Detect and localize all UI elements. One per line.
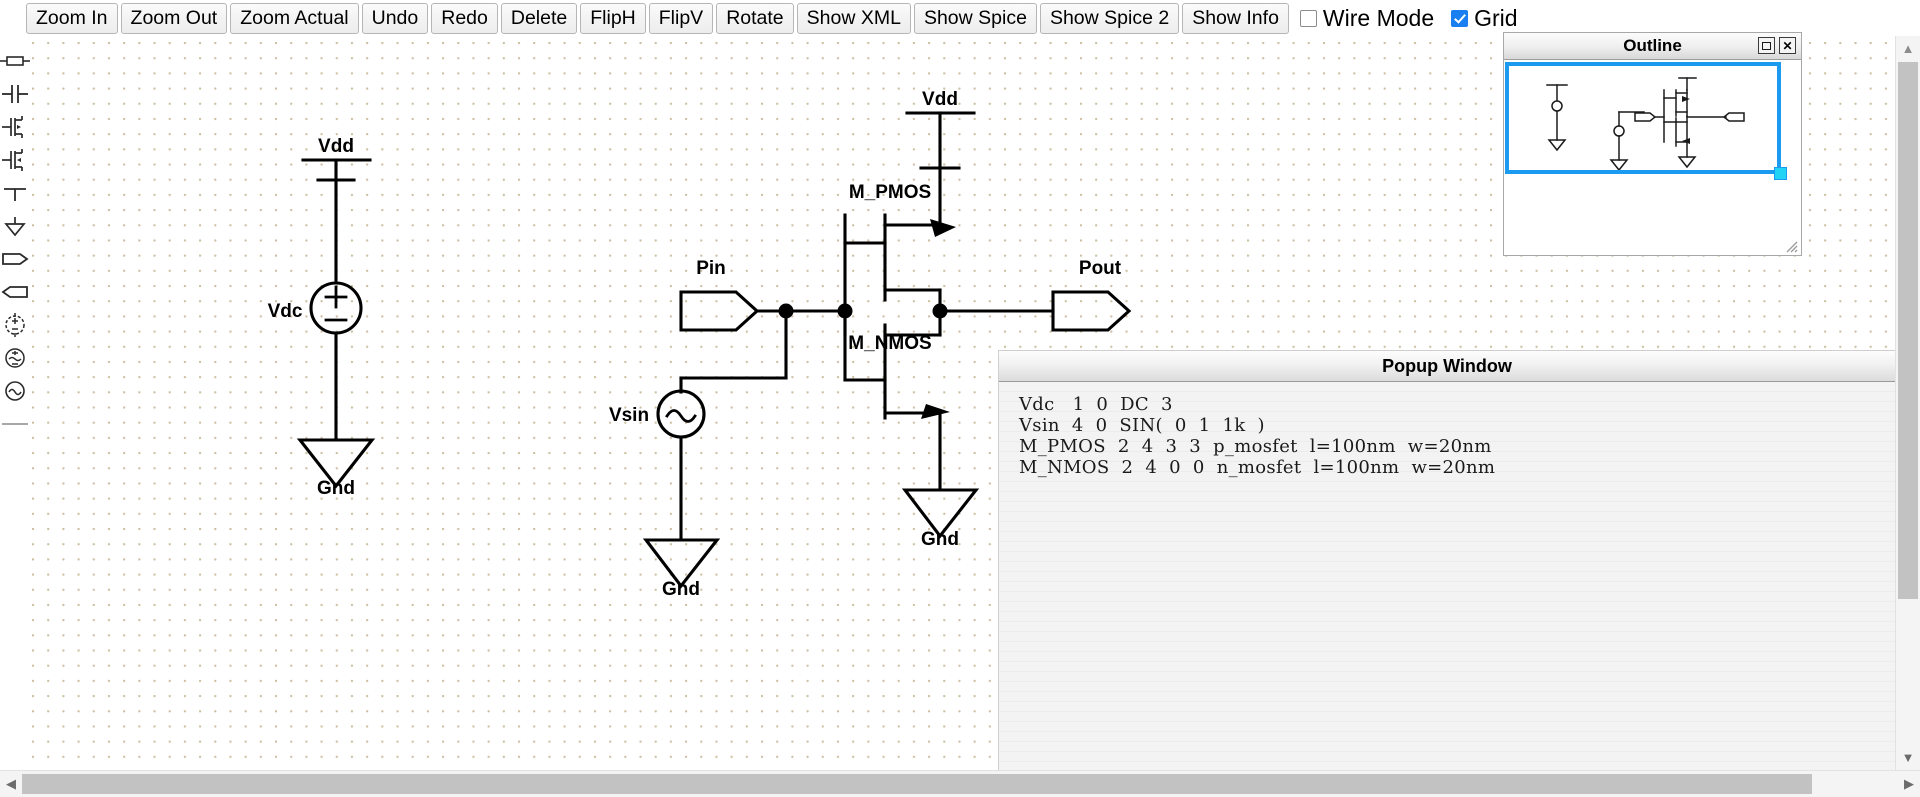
netlist-line: M_NMOS 2 4 0 0 n_mosfet l=100nm w=20nm: [1019, 457, 1496, 478]
undo-button[interactable]: Undo: [361, 2, 429, 34]
scroll-down-arrow-icon[interactable]: ▼: [1896, 745, 1920, 771]
label-vdc: Vdc: [268, 301, 303, 322]
wire-mode-checkbox[interactable]: Wire Mode: [1299, 4, 1443, 32]
scroll-left-arrow-icon[interactable]: ◀: [0, 771, 22, 797]
show-xml-button[interactable]: Show XML: [796, 2, 911, 34]
maximize-icon[interactable]: [1758, 37, 1775, 54]
component-palette: [0, 36, 30, 771]
vertical-scrollbar[interactable]: ▲ ▼: [1895, 36, 1920, 771]
sine-source-icon[interactable]: [0, 374, 30, 407]
wire-mode-label: Wire Mode: [1322, 4, 1435, 31]
vdd-rail-icon[interactable]: [0, 176, 30, 209]
capacitor-icon[interactable]: [0, 77, 30, 110]
outline-minimap[interactable]: [1504, 60, 1801, 255]
ac-source-icon[interactable]: [0, 341, 30, 374]
show-spice-button[interactable]: Show Spice: [913, 2, 1037, 34]
horizontal-scrollbar[interactable]: ◀ ▶: [0, 770, 1920, 797]
grid-checkbox-box[interactable]: [1451, 9, 1469, 27]
show-spice-2-button[interactable]: Show Spice 2: [1039, 2, 1180, 34]
netlist-line: Vsin 4 0 SIN( 0 1 1k ): [1019, 415, 1265, 436]
netlist-line: M_PMOS 2 4 3 3 p_mosfet l=100nm w=20nm: [1019, 436, 1492, 457]
rotate-button[interactable]: Rotate: [716, 2, 794, 34]
scroll-right-arrow-icon[interactable]: ▶: [1898, 771, 1920, 797]
label-m-pmos: M_PMOS: [849, 182, 931, 203]
pmos-icon[interactable]: [0, 143, 30, 176]
popup-window-title: Popup Window: [999, 351, 1895, 382]
show-info-button[interactable]: Show Info: [1182, 2, 1289, 34]
label-gnd-left: Gnd: [317, 478, 355, 499]
schematic-editor-window: Zoom In Zoom Out Zoom Actual Undo Redo D…: [0, 0, 1920, 797]
grid-label: Grid: [1474, 4, 1518, 31]
resize-grip-icon[interactable]: [1782, 237, 1798, 253]
grid-checkbox[interactable]: Grid: [1451, 4, 1518, 32]
zoom-in-button[interactable]: Zoom In: [26, 2, 118, 34]
flip-horizontal-button[interactable]: FlipH: [580, 2, 646, 34]
horizontal-scroll-thumb[interactable]: [22, 774, 1812, 794]
label-gnd-right: Gnd: [921, 529, 959, 550]
nmos-icon[interactable]: [0, 110, 30, 143]
redo-button[interactable]: Redo: [431, 2, 498, 34]
label-vdd-right: Vdd: [922, 89, 958, 110]
flip-vertical-button[interactable]: FlipV: [648, 2, 714, 34]
label-vdd-left: Vdd: [318, 136, 354, 157]
close-icon[interactable]: ✕: [1779, 37, 1796, 54]
outline-window-title-bar: Outline ✕: [1504, 33, 1801, 60]
wire-mode-checkbox-box[interactable]: [1299, 9, 1317, 27]
main-toolbar: Zoom In Zoom Out Zoom Actual Undo Redo D…: [0, 0, 1920, 36]
dc-source-icon[interactable]: [0, 308, 30, 341]
label-pin-out: Pout: [1079, 258, 1122, 279]
label-m-nmos: M_NMOS: [848, 333, 931, 354]
label-vsin: Vsin: [609, 405, 649, 426]
zoom-actual-button[interactable]: Zoom Actual: [230, 2, 359, 34]
minimap-viewport-rect[interactable]: [1505, 62, 1781, 174]
outline-window[interactable]: Outline ✕: [1503, 32, 1802, 256]
pin-output-icon[interactable]: [0, 275, 30, 308]
outline-window-title: Outline: [1623, 36, 1682, 55]
scroll-up-arrow-icon[interactable]: ▲: [1896, 36, 1920, 62]
minimap-resize-handle[interactable]: [1774, 167, 1787, 180]
label-gnd-mid: Gnd: [662, 579, 700, 600]
zoom-out-button[interactable]: Zoom Out: [120, 2, 228, 34]
ground-icon[interactable]: [0, 209, 30, 242]
popup-window[interactable]: Popup Window Vdc 1 0 DC 3 Vsin 4 0 SIN( …: [998, 350, 1896, 771]
resistor-icon[interactable]: [0, 44, 30, 77]
pin-input-icon[interactable]: [0, 242, 30, 275]
vertical-scroll-thumb[interactable]: [1898, 62, 1918, 599]
netlist-line: Vdc 1 0 DC 3: [1019, 394, 1173, 415]
popup-window-body[interactable]: Vdc 1 0 DC 3 Vsin 4 0 SIN( 0 1 1k ) M_PM…: [999, 382, 1895, 770]
delete-button[interactable]: Delete: [500, 2, 578, 34]
label-pin-in: Pin: [696, 258, 726, 279]
wire-icon[interactable]: [0, 407, 30, 440]
